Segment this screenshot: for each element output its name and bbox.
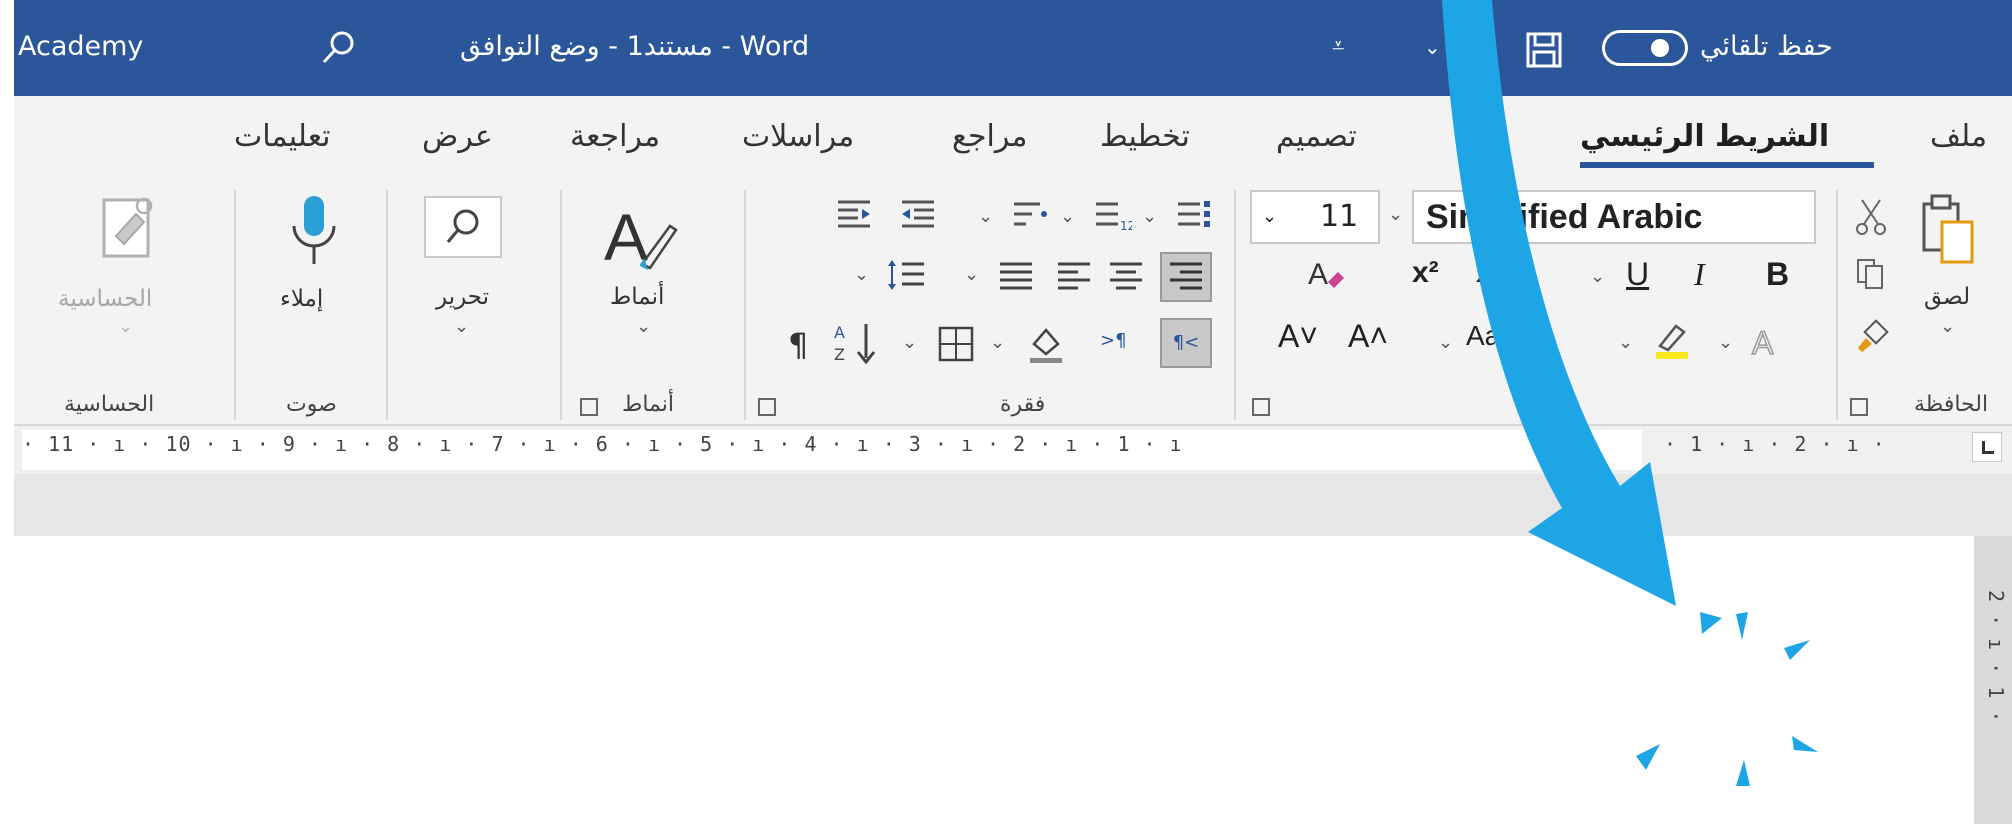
click-burst-icon <box>1736 760 1750 786</box>
click-burst-icon <box>1636 744 1660 770</box>
word-window: حفظ تلقائي ⌄ ⩡ مستند1 - وضع التوافق - Wo… <box>14 0 2012 824</box>
click-burst-icon <box>1792 736 1818 752</box>
click-burst-icon <box>1700 612 1722 634</box>
click-burst-icon <box>1736 612 1748 640</box>
click-burst-icon <box>1784 640 1810 660</box>
callout-arrow-icon <box>1442 0 1818 786</box>
